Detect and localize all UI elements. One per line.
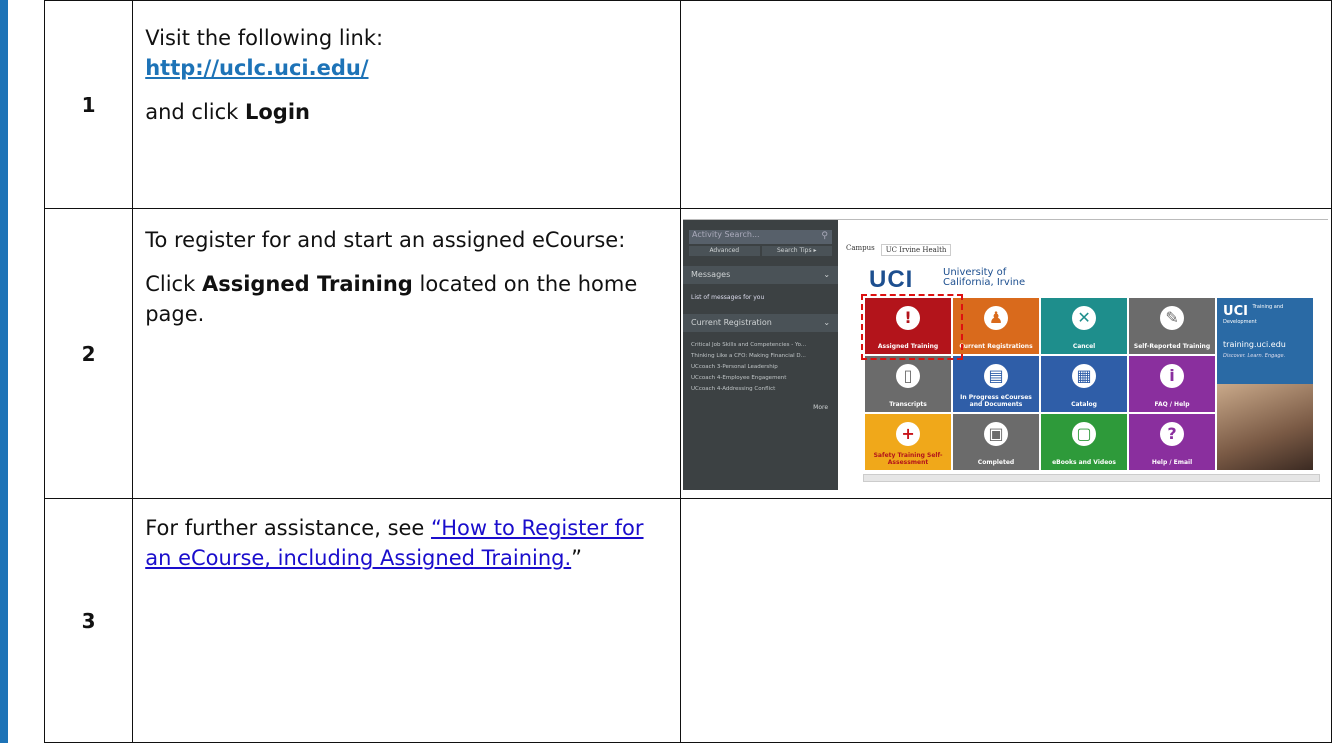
step-text-cell: To register for and start an assigned eC… (132, 208, 682, 499)
faq-help-tile: i FAQ / Help (1129, 356, 1216, 412)
list-item: Critical Job Skills and Competencies - Y… (691, 342, 807, 348)
step-row-3: 3 For further assistance, see “How to Re… (43, 498, 1332, 743)
search-icon: ⚲ (821, 231, 829, 241)
step-paragraph: Click Assigned Training located on the h… (145, 272, 638, 326)
self-reported-training-tile: ✎ Self-Reported Training (1129, 298, 1216, 354)
step-image-cell: Activity Search... ⚲ Advanced Search Tips … (680, 208, 1332, 499)
ebooks-videos-tile: ▢ eBooks and Videos (1041, 414, 1128, 470)
more-link: More (813, 404, 829, 411)
assigned-training-emphasis: Assigned Training (201, 272, 413, 296)
messages-text: List of messages for you (691, 294, 765, 301)
step-row-2: 2 To register for and start an assigned … (43, 208, 1332, 499)
step-image-cell (680, 498, 1332, 743)
messages-section: Messages ⌄ (683, 266, 839, 284)
step-image-cell (680, 0, 1332, 209)
training-photo (1217, 384, 1314, 470)
safety-training-tile: + Safety Training Self-Assessment (865, 414, 952, 470)
login-emphasis: Login (245, 100, 310, 124)
catalog-tile: ▦ Catalog (1041, 356, 1128, 412)
chevron-down-icon: ⌄ (823, 318, 831, 327)
registration-list: Critical Job Skills and Competencies - Y… (691, 340, 806, 395)
advanced-search-button: Advanced (689, 246, 760, 256)
left-nav-panel: Activity Search... ⚲ Advanced Search Tips … (683, 220, 839, 490)
step-number: 2 (43, 208, 134, 499)
list-item: UCcoach 3-Personal Leadership (691, 364, 778, 370)
in-progress-tile: ▤ In Progress eCourses and Documents (953, 356, 1040, 412)
transcripts-tile: ▯ Transcripts (865, 356, 952, 412)
left-accent-bar (0, 0, 8, 743)
completed-tile: ▣ Completed (953, 414, 1040, 470)
step-line: Visit the following link: (145, 26, 384, 50)
list-item: UCcoach 4-Addressing Conflict (691, 386, 776, 392)
activity-search-input: Activity Search... ⚲ (689, 230, 833, 244)
step-line: and click Login (145, 100, 310, 124)
uclc-link[interactable]: http://uclc.uci.edu/ (145, 56, 368, 80)
search-tips-button: Search Tips ▸ (761, 246, 833, 256)
chevron-down-icon: ⌄ (823, 270, 831, 279)
help-email-tile: ? Help / Email (1129, 414, 1216, 470)
step-number: 1 (43, 0, 134, 209)
tab-campus: Campus (846, 244, 875, 252)
uclc-home-screenshot: Activity Search... ⚲ Advanced Search Tips … (683, 219, 1329, 490)
instruction-table: 1 Visit the following link: http://uclc.… (43, 0, 1332, 743)
list-item: UCcoach 4-Employee Engagement (691, 375, 787, 381)
current-registrations-tile: ♟ Current Registrations (953, 298, 1040, 354)
uci-logo: UCI University of California, Irvine (869, 266, 1026, 293)
current-registration-section: Current Registration ⌄ (683, 314, 839, 332)
tab-uc-irvine-health: UC Irvine Health (880, 244, 952, 256)
step-paragraph: To register for and start an assigned eC… (145, 228, 626, 252)
step-paragraph: For further assistance, see “How to Regi… (145, 516, 644, 570)
assigned-training-highlight (861, 294, 964, 360)
horizontal-scrollbar (863, 474, 1321, 482)
step-text-cell: For further assistance, see “How to Regi… (132, 498, 682, 743)
step-number: 3 (43, 498, 134, 743)
step-text-cell: Visit the following link: http://uclc.uc… (132, 0, 682, 209)
training-promo-panel: UCI Training and Development training.uc… (1217, 298, 1314, 470)
list-item: Thinking Like a CFO: Making Financial D.… (691, 353, 806, 359)
campus-tabs: Campus UC Irvine Health (846, 244, 952, 256)
cancel-tile: ✕ Cancel (1041, 298, 1128, 354)
step-row-1: 1 Visit the following link: http://uclc.… (43, 0, 1332, 209)
